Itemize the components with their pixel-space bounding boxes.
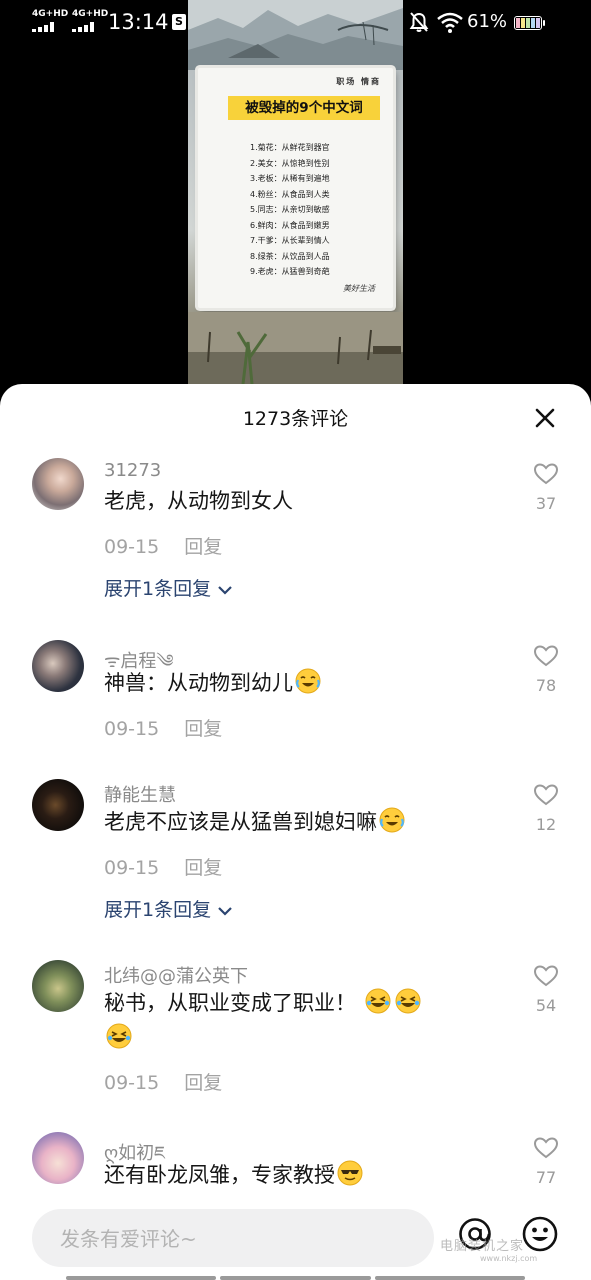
comment-meta: 09-15 回复	[104, 532, 222, 559]
crying-laughing-emoji	[379, 807, 405, 833]
close-icon[interactable]	[531, 404, 559, 432]
comments-count-title: 1273条评论	[242, 408, 349, 430]
reply-button[interactable]: 回复	[184, 536, 222, 558]
comment-date: 09-15	[104, 718, 160, 740]
site-watermark: 电脑装机之家 www.nkzj.com	[440, 1235, 537, 1263]
avatar[interactable]	[32, 779, 84, 831]
book-list-item: 3.老板：从稀有到遍地	[250, 174, 330, 183]
avatar[interactable]	[32, 458, 84, 510]
watermark-line1: 电脑装机之家	[440, 1239, 525, 1254]
heart-outline-icon[interactable]	[533, 462, 559, 486]
like-count: 37	[535, 494, 557, 513]
mute-bell-icon	[409, 12, 429, 32]
like-button[interactable]: 78	[530, 644, 562, 695]
status-time: 13:14	[108, 10, 169, 34]
laughing-tears-emoji	[106, 1023, 132, 1049]
comment-date: 09-15	[104, 536, 160, 558]
app-notification-icon: S	[172, 14, 186, 30]
watermark-line2: www.nkzj.com	[480, 1254, 538, 1263]
book-title: 被毁掉的9个中文词	[228, 96, 380, 120]
book-brand: 职场 情商	[336, 77, 381, 86]
video-player[interactable]: 职场 情商 被毁掉的9个中文词 1.菊花：从鲜花到器官 2.美女：从惊艳到性别 …	[188, 0, 403, 384]
book-list-item: 5.同志：从亲切到敏感	[250, 205, 330, 214]
laughing-tears-emoji	[365, 988, 391, 1014]
comment-meta: 09-15 回复	[104, 853, 222, 880]
like-button[interactable]: 37	[530, 462, 562, 513]
chevron-down-icon	[218, 585, 232, 595]
book-list-item: 1.菊花：从鲜花到器官	[250, 143, 330, 152]
avatar[interactable]	[32, 1132, 84, 1184]
comment-date: 09-15	[104, 1072, 160, 1094]
ink-landscape-bottom	[188, 312, 403, 384]
book-list-item: 4.粉丝：从食品到人类	[250, 189, 330, 199]
comment-username[interactable]: 31273	[104, 460, 161, 481]
comment-text: 秘书，从职业变成了职业！	[104, 986, 504, 1056]
comment-text-content: 老虎不应该是从猛兽到媳妇嘛	[104, 810, 377, 834]
like-count: 12	[535, 815, 557, 834]
book-word-list: 1.菊花：从鲜花到器官 2.美女：从惊艳到性别 3.老板：从稀有到遍地 4.粉丝…	[250, 140, 330, 280]
sunglasses-emoji	[337, 1160, 363, 1186]
avatar[interactable]	[32, 960, 84, 1012]
comment-text: 老虎，从动物到女人	[104, 489, 293, 513]
comment-text: 老虎不应该是从猛兽到媳妇嘛	[104, 805, 504, 840]
heart-outline-icon[interactable]	[533, 783, 559, 807]
like-count: 78	[535, 676, 557, 695]
crying-laughing-emoji	[295, 668, 321, 694]
heart-outline-icon[interactable]	[533, 644, 559, 668]
comment-meta: 09-15 回复	[104, 714, 222, 741]
like-count: 54	[535, 996, 557, 1015]
book-list-item: 6.鲜肉：从食品到嫩男	[250, 220, 330, 230]
heart-outline-icon[interactable]	[533, 964, 559, 988]
expand-replies-button[interactable]: 展开1条回复	[104, 574, 233, 601]
ink-landscape-top	[188, 0, 403, 70]
comment-text-content: 神兽：从动物到幼儿	[104, 671, 293, 695]
comment-date: 09-15	[104, 857, 160, 879]
reply-button[interactable]: 回复	[184, 857, 222, 879]
battery-percent: 61%	[467, 11, 508, 32]
book-signature: 美好生活	[343, 284, 375, 293]
reply-button[interactable]: 回复	[184, 1072, 222, 1094]
expand-replies-button[interactable]: 展开1条回复	[104, 895, 233, 922]
book-page: 职场 情商 被毁掉的9个中文词 1.菊花：从鲜花到器官 2.美女：从惊艳到性别 …	[198, 68, 393, 308]
comment-text-content: 秘书，从职业变成了职业！	[104, 991, 356, 1015]
book-list-item: 8.绿茶：从饮品到人品	[250, 251, 330, 261]
expand-replies-label: 展开1条回复	[104, 578, 212, 600]
comment-text: 还有卧龙凤雏，专家教授	[104, 1158, 504, 1193]
like-button[interactable]: 77	[530, 1136, 562, 1187]
comment-input-container[interactable]	[32, 1209, 434, 1269]
book-list-item: 7.干爹：从长辈到情人	[250, 236, 330, 245]
book-list-item: 2.美女：从惊艳到性别	[250, 158, 330, 168]
comment-input[interactable]	[58, 1209, 422, 1269]
reply-button[interactable]: 回复	[184, 718, 222, 740]
comment-text: 神兽：从动物到幼儿	[104, 666, 504, 701]
comment-text-content: 还有卧龙凤雏，专家教授	[104, 1163, 335, 1187]
battery-icon	[514, 16, 545, 30]
laughing-tears-emoji	[395, 988, 421, 1014]
heart-outline-icon[interactable]	[533, 1136, 559, 1160]
like-button[interactable]: 54	[530, 964, 562, 1015]
gesture-navigation-bar	[66, 1276, 525, 1280]
avatar[interactable]	[32, 640, 84, 692]
comment-username[interactable]: 北纬@@蒲公英下	[104, 962, 248, 988]
comment-username[interactable]: 静能生慧	[104, 781, 176, 807]
wifi-icon	[437, 12, 463, 33]
network-type-sim1: 4G+HD	[32, 9, 69, 19]
network-type-sim2: 4G+HD	[72, 9, 109, 19]
like-button[interactable]: 12	[530, 783, 562, 834]
expand-replies-label: 展开1条回复	[104, 899, 212, 921]
like-count: 77	[535, 1168, 557, 1187]
comment-meta: 09-15 回复	[104, 1068, 222, 1095]
chevron-down-icon	[218, 906, 232, 916]
book-list-item: 9.老虎：从猛兽到奇葩	[250, 267, 330, 276]
